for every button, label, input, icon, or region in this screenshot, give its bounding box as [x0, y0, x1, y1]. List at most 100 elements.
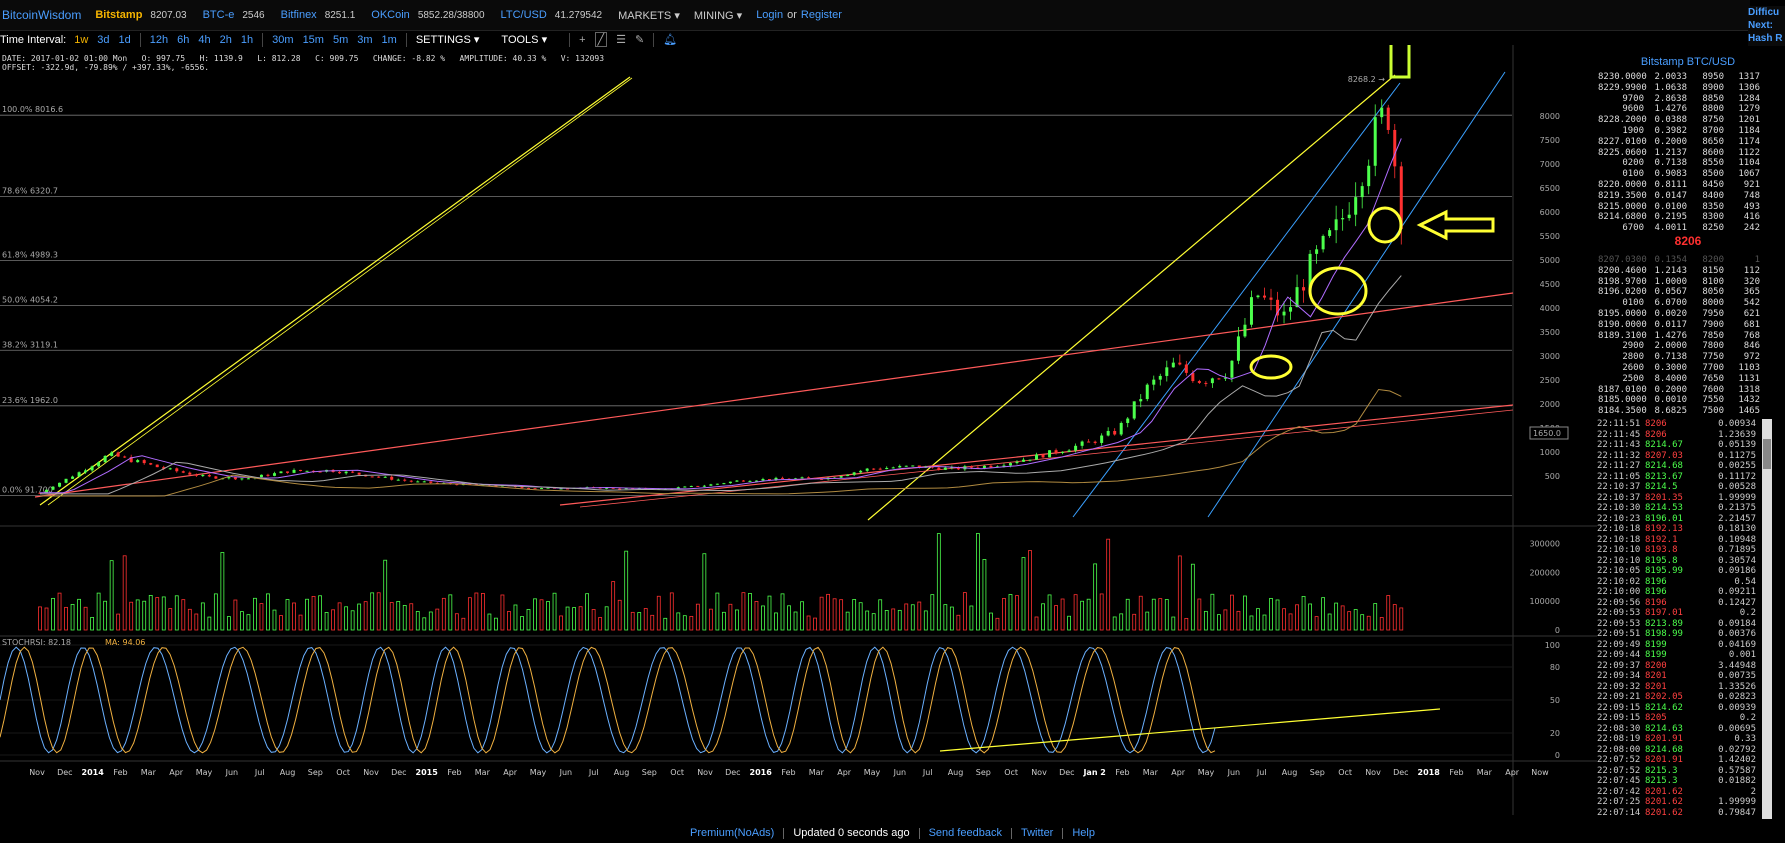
bid-row[interactable]: 8189.3100 1.4276 7850 768	[1598, 331, 1780, 342]
time-tick-label: Jun	[1227, 768, 1241, 777]
volume-tick-label: 300000	[1529, 540, 1560, 549]
volume-bar	[735, 609, 739, 631]
interval-1m[interactable]: 1m	[382, 34, 397, 46]
bid-row[interactable]: 8190.0000 0.0117 7900 681	[1598, 320, 1780, 331]
ask-row[interactable]: 8214.6800 0.2195 8300 416	[1598, 212, 1780, 223]
orderbook-cell: 8227.0100	[1598, 136, 1647, 147]
volume-bar	[422, 617, 427, 631]
candle-body	[1249, 297, 1253, 325]
interval-1d[interactable]: 1d	[119, 34, 131, 46]
candle-body	[748, 480, 752, 482]
ask-row[interactable]: 1900 0.3982 8700 1184	[1598, 126, 1780, 137]
bid-row[interactable]: 8185.0000 0.0010 7550 1432	[1598, 395, 1780, 406]
candle-body	[1204, 382, 1208, 384]
stoch-tick-label: 0	[1555, 751, 1560, 760]
volume-bar	[292, 602, 296, 631]
volume-bar	[943, 604, 948, 631]
bid-row[interactable]: 8207.0300 0.1354 8200 1	[1598, 255, 1780, 266]
exchange-ltcusd[interactable]: LTC/USD	[501, 9, 547, 21]
ask-row[interactable]: 8228.2000 0.0388 8750 1201	[1598, 115, 1780, 126]
stoch-tick-label: 100	[1545, 641, 1560, 650]
bid-row[interactable]: 8196.0200 0.0567 8050 365	[1598, 287, 1780, 298]
markets-menu[interactable]: MARKETS ▾	[618, 9, 680, 22]
trade-amount: 1.33526	[1718, 681, 1756, 692]
bid-row[interactable]: 8187.0100 0.2000 7600 1318	[1598, 385, 1780, 396]
login-link[interactable]: Login	[756, 9, 783, 21]
ask-row[interactable]: 9700 2.8638 8850 1284	[1598, 94, 1780, 105]
bid-row[interactable]: 8195.0000 0.0020 7950 621	[1598, 309, 1780, 320]
ask-row[interactable]: 8229.9900 1.0638 8900 1306	[1598, 83, 1780, 94]
volume-bar	[624, 550, 629, 631]
candle-body	[1093, 441, 1097, 443]
interval-15m[interactable]: 15m	[303, 34, 324, 46]
bid-row[interactable]: 8200.4600 1.2143 8150 112	[1598, 266, 1780, 277]
twitter-link[interactable]: Twitter	[1021, 827, 1053, 839]
plus-icon[interactable]: +	[579, 34, 585, 46]
bid-row[interactable]: 8198.9700 1.0000 8100 320	[1598, 277, 1780, 288]
exchange-bitstamp[interactable]: Bitstamp	[95, 9, 142, 21]
candle-body	[429, 481, 433, 483]
volume-bar	[917, 601, 922, 631]
candle-body	[807, 477, 811, 479]
ask-row[interactable]: 8225.0600 1.2137 8600 1122	[1598, 148, 1780, 159]
bid-row[interactable]: 2900 2.0000 7800 846	[1598, 341, 1780, 352]
ask-row[interactable]: 8220.0000 0.8111 8450 921	[1598, 180, 1780, 191]
candle-body	[116, 452, 120, 457]
send-feedback-link[interactable]: Send feedback	[929, 827, 1002, 839]
time-tick-label: Feb	[1449, 768, 1463, 777]
volume-bar	[754, 601, 759, 631]
ask-row[interactable]: 8230.0000 2.0033 8950 1317	[1598, 72, 1780, 83]
time-tick-label: Oct	[670, 768, 684, 777]
mining-menu[interactable]: MINING ▾	[694, 9, 742, 22]
trade-price: 8206	[1645, 429, 1667, 440]
site-logo[interactable]: BitcoinWisdom	[2, 8, 81, 22]
interval-2h[interactable]: 2h	[220, 34, 232, 46]
exchange-bitfinex[interactable]: Bitfinex	[281, 9, 317, 21]
interval-4h[interactable]: 4h	[198, 34, 210, 46]
interval-30m[interactable]: 30m	[272, 34, 293, 46]
ask-row[interactable]: 8215.0000 0.0100 8350 493	[1598, 202, 1780, 213]
volume-bar	[311, 595, 316, 631]
ask-row[interactable]: 8219.3500 0.0147 8400 748	[1598, 191, 1780, 202]
interval-1h[interactable]: 1h	[241, 34, 253, 46]
ask-row[interactable]: 9600 1.4276 8800 1279	[1598, 104, 1780, 115]
premium-link[interactable]: Premium(NoAds)	[690, 827, 774, 839]
interval-5m[interactable]: 5m	[333, 34, 348, 46]
trades-scrollbar[interactable]	[1762, 419, 1772, 819]
interval-1w[interactable]: 1w	[74, 34, 88, 46]
trade-time: 22:07:52	[1597, 755, 1641, 765]
orderbook-cell: 0.0020	[1654, 308, 1687, 319]
interval-3m[interactable]: 3m	[357, 34, 372, 46]
bid-row[interactable]: 2800 0.7138 7750 972	[1598, 352, 1780, 363]
interval-6h[interactable]: 6h	[177, 34, 189, 46]
orderbook-cell: 1174	[1738, 136, 1760, 147]
bid-row[interactable]: 2500 8.4000 7650 1131	[1598, 374, 1780, 385]
candle-body	[761, 478, 765, 481]
ask-row[interactable]: 8227.0100 0.2000 8650 1174	[1598, 137, 1780, 148]
price-chart[interactable]: 100.0% 8016.6 78.6% 6320.7 61.8% 4989.3 50.…	[0, 45, 1597, 823]
orderbook-cell: 8850	[1702, 93, 1724, 104]
trade-amount: 2	[1750, 786, 1756, 797]
orderbook-cell: 0200	[1622, 158, 1644, 169]
help-link[interactable]: Help	[1072, 827, 1095, 839]
candle-body	[207, 475, 211, 477]
exchange-okcoin[interactable]: OKCoin	[371, 9, 410, 21]
ask-row[interactable]: 0200 0.7138 8550 1104	[1598, 158, 1780, 169]
scrollbar-thumb[interactable]	[1763, 439, 1771, 469]
orderbook-cell: 8950	[1702, 72, 1724, 82]
bid-row[interactable]: 8184.3500 8.6825 7500 1465	[1598, 406, 1780, 417]
trade-price: 8201.62	[1645, 786, 1683, 797]
candle-body	[533, 488, 537, 490]
ask-row[interactable]: 0100 0.9083 8500 1067	[1598, 169, 1780, 180]
bid-row[interactable]: 0100 6.0700 8000 542	[1598, 298, 1780, 309]
bid-row[interactable]: 2600 0.3000 7700 1103	[1598, 363, 1780, 374]
ask-row[interactable]: 6700 4.0011 8250 242	[1598, 223, 1780, 234]
interval-3d[interactable]: 3d	[97, 34, 109, 46]
interval-12h[interactable]: 12h	[150, 34, 168, 46]
exchange-btce[interactable]: BTC-e	[203, 9, 235, 21]
volume-bar	[383, 559, 388, 631]
price-btce: 2546	[242, 9, 265, 21]
candle-body	[305, 470, 309, 472]
trade-price: 8213.67	[1645, 471, 1683, 482]
register-link[interactable]: Register	[801, 9, 842, 21]
